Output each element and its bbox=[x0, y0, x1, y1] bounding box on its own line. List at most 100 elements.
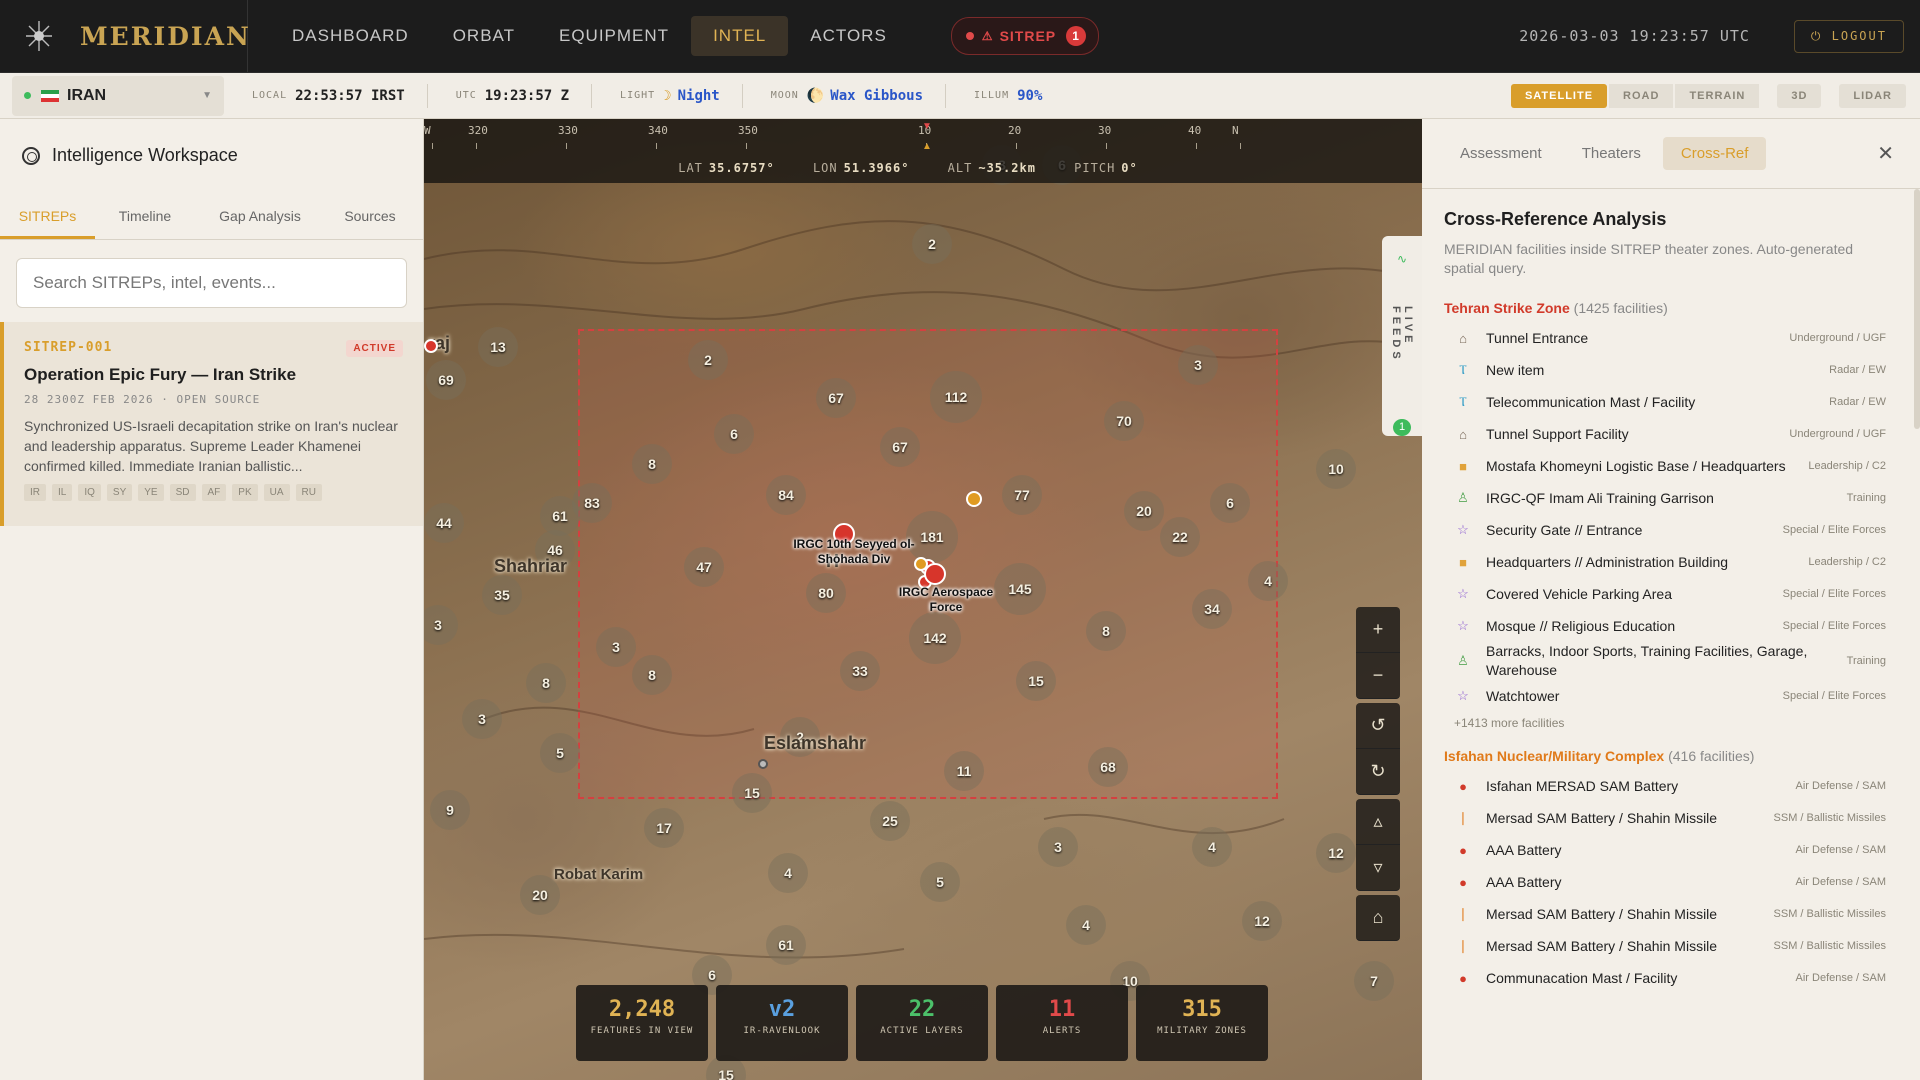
nav-dashboard[interactable]: DASHBOARD bbox=[270, 16, 431, 56]
cluster-marker[interactable]: 34 bbox=[1192, 589, 1232, 629]
sitrep-button[interactable]: ⚠ SITREP 1 bbox=[950, 17, 1100, 55]
cluster-marker[interactable]: 68 bbox=[1088, 747, 1128, 787]
country-tag[interactable]: SY bbox=[106, 484, 133, 501]
cluster-marker[interactable]: 8 bbox=[632, 655, 672, 695]
cluster-marker[interactable]: 3 bbox=[596, 627, 636, 667]
cluster-marker[interactable]: 80 bbox=[806, 573, 846, 613]
cluster-marker[interactable]: 5 bbox=[920, 862, 960, 902]
facility-row[interactable]: ⌂ Tunnel Entrance Underground / UGF bbox=[1444, 322, 1886, 354]
facility-row[interactable]: ■ Headquarters // Administration Building… bbox=[1444, 546, 1886, 578]
facility-row[interactable]: ● AAA Battery Air Defense / SAM bbox=[1444, 866, 1886, 898]
nav-orbat[interactable]: ORBAT bbox=[431, 16, 537, 56]
map-type-satellite[interactable]: SATELLITE bbox=[1510, 83, 1608, 108]
facility-row[interactable]: ♙ Barracks, Indoor Sports, Training Facil… bbox=[1444, 642, 1886, 680]
tilt-up-button[interactable]: ▵ bbox=[1356, 799, 1400, 845]
country-tag[interactable]: IL bbox=[52, 484, 73, 501]
tab-timeline[interactable]: Timeline bbox=[95, 196, 195, 239]
cluster-marker[interactable]: 70 bbox=[1104, 401, 1144, 441]
cluster-marker[interactable]: 20 bbox=[1124, 491, 1164, 531]
stat-card[interactable]: v2 IR-RAVENLOOK bbox=[716, 985, 848, 1061]
cluster-marker[interactable]: 83 bbox=[572, 483, 612, 523]
country-tag[interactable]: UA bbox=[263, 484, 290, 501]
country-select[interactable]: IRAN ▼ bbox=[12, 75, 224, 116]
cluster-marker[interactable]: 4 bbox=[1248, 561, 1288, 601]
stat-card[interactable]: 2,248 FEATURES IN VIEW bbox=[576, 985, 708, 1061]
logout-button[interactable]: ⏻ LOGOUT bbox=[1793, 19, 1904, 53]
cluster-marker[interactable]: 5 bbox=[540, 733, 580, 773]
tab-assessment[interactable]: Assessment bbox=[1442, 137, 1560, 170]
tab-cross-ref[interactable]: Cross-Ref bbox=[1662, 137, 1767, 170]
cluster-marker[interactable]: 2 bbox=[688, 340, 728, 380]
cluster-marker[interactable]: 12 bbox=[1316, 833, 1356, 873]
nav-intel[interactable]: INTEL bbox=[691, 16, 789, 56]
country-tag[interactable]: RU bbox=[295, 484, 322, 501]
unit-marker[interactable] bbox=[424, 339, 438, 353]
cluster-marker[interactable]: 142 bbox=[909, 612, 961, 664]
live-feeds-toggle[interactable]: ∿ LIVE FEEDS 1 bbox=[1382, 236, 1422, 436]
map-type-road[interactable]: ROAD bbox=[1609, 83, 1674, 108]
facility-row[interactable]: ♙ IRGC-QF Imam Ali Training Garrison Train… bbox=[1444, 482, 1886, 514]
facility-row[interactable]: ■ Mostafa Khomeyni Logistic Base / Headqu… bbox=[1444, 450, 1886, 482]
facility-row[interactable]: Ⲧ New item Radar / EW bbox=[1444, 354, 1886, 386]
cluster-marker[interactable]: 4 bbox=[1192, 827, 1232, 867]
country-tag[interactable]: IQ bbox=[78, 484, 101, 501]
country-tag[interactable]: IR bbox=[24, 484, 46, 501]
cluster-marker[interactable]: 84 bbox=[766, 475, 806, 515]
facility-row[interactable]: ❘ Mersad SAM Battery / Shahin Missile SSM … bbox=[1444, 930, 1886, 962]
cluster-marker[interactable]: 3 bbox=[1178, 345, 1218, 385]
cluster-marker[interactable]: 61 bbox=[766, 925, 806, 965]
stat-card[interactable]: 315 MILITARY ZONES bbox=[1136, 985, 1268, 1061]
cluster-marker[interactable]: 67 bbox=[816, 378, 856, 418]
map-view[interactable]: 3621369231126770667884776183202261044461… bbox=[424, 119, 1422, 1080]
cluster-marker[interactable]: 112 bbox=[930, 371, 982, 423]
country-tag[interactable]: PK bbox=[232, 484, 258, 501]
cluster-marker[interactable]: 22 bbox=[1160, 517, 1200, 557]
facility-row[interactable]: ☆ Mosque // Religious Education Special / … bbox=[1444, 610, 1886, 642]
cluster-marker[interactable]: 44 bbox=[424, 503, 464, 543]
facility-row[interactable]: ❘ Mersad SAM Battery / Shahin Missile SSM … bbox=[1444, 898, 1886, 930]
cluster-marker[interactable]: 77 bbox=[1002, 475, 1042, 515]
cluster-marker[interactable]: 3 bbox=[462, 699, 502, 739]
cluster-marker[interactable]: 13 bbox=[478, 327, 518, 367]
facility-row[interactable]: ⌂ Tunnel Support Facility Underground / UG… bbox=[1444, 418, 1886, 450]
nav-actors[interactable]: ACTORS bbox=[788, 16, 909, 56]
map-type-terrain[interactable]: TERRAIN bbox=[1675, 83, 1760, 108]
close-icon[interactable]: ✕ bbox=[1877, 141, 1894, 166]
cluster-marker[interactable]: 7 bbox=[1354, 961, 1394, 1001]
cluster-marker[interactable]: 25 bbox=[870, 801, 910, 841]
rotate-right-button[interactable]: ↻ bbox=[1356, 749, 1400, 795]
cluster-marker[interactable]: 15 bbox=[1016, 661, 1056, 701]
lidar-button[interactable]: LIDAR bbox=[1839, 83, 1906, 108]
zoom-out-button[interactable]: − bbox=[1356, 653, 1400, 699]
location-marker[interactable] bbox=[758, 759, 768, 769]
cluster-marker[interactable]: 4 bbox=[1066, 905, 1106, 945]
zoom-in-button[interactable]: + bbox=[1356, 607, 1400, 653]
facility-marker[interactable] bbox=[966, 491, 982, 507]
facility-row[interactable]: ☆ Covered Vehicle Parking Area Special / E… bbox=[1444, 578, 1886, 610]
cluster-marker[interactable]: 11 bbox=[944, 751, 984, 791]
cluster-marker[interactable]: 47 bbox=[684, 547, 724, 587]
tab-gap-analysis[interactable]: Gap Analysis bbox=[195, 196, 325, 239]
facility-row[interactable]: ☆ Security Gate // Entrance Special / Elit… bbox=[1444, 514, 1886, 546]
cluster-marker[interactable]: 17 bbox=[644, 808, 684, 848]
zone-header[interactable]: Tehran Strike Zone (1425 facilities) bbox=[1444, 300, 1886, 316]
zone-header[interactable]: Isfahan Nuclear/Military Complex (416 fa… bbox=[1444, 748, 1886, 764]
toggle-3d-button[interactable]: 3D bbox=[1777, 83, 1822, 108]
facility-row[interactable]: ☆ Watchtower Special / Elite Forces bbox=[1444, 680, 1886, 712]
stat-card[interactable]: 11 ALERTS bbox=[996, 985, 1128, 1061]
cluster-marker[interactable]: 10 bbox=[1316, 449, 1356, 489]
cluster-marker[interactable]: 69 bbox=[426, 360, 466, 400]
tab-sitreps[interactable]: SITREPs bbox=[0, 196, 95, 239]
cluster-marker[interactable]: 35 bbox=[482, 575, 522, 615]
tab-theaters[interactable]: Theaters bbox=[1564, 137, 1659, 170]
facility-row[interactable]: ● Communacation Mast / Facility Air Defens… bbox=[1444, 962, 1886, 994]
cluster-marker[interactable]: 8 bbox=[526, 663, 566, 703]
logo[interactable]: MERIDIAN bbox=[0, 0, 249, 72]
home-button[interactable]: ⌂ bbox=[1356, 895, 1400, 941]
country-tag[interactable]: YE bbox=[138, 484, 164, 501]
country-tag[interactable]: AF bbox=[201, 484, 227, 501]
sitrep-card[interactable]: ACTIVE SITREP-001 Operation Epic Fury — … bbox=[0, 322, 423, 526]
cluster-marker[interactable]: 4 bbox=[768, 853, 808, 893]
facility-row[interactable]: Ⲧ Telecommunication Mast / Facility Radar … bbox=[1444, 386, 1886, 418]
facility-row[interactable]: ● Isfahan MERSAD SAM Battery Air Defense /… bbox=[1444, 770, 1886, 802]
